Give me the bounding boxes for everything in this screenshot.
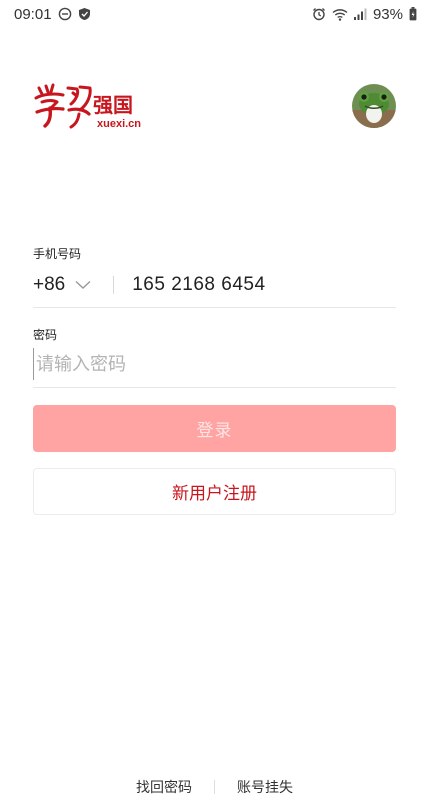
- recover-password-link[interactable]: 找回密码: [136, 777, 192, 797]
- phone-label: 手机号码: [33, 247, 82, 261]
- footer-divider: [214, 780, 215, 794]
- password-label: 密码: [33, 328, 58, 342]
- battery-percent: 93%: [372, 5, 403, 23]
- divider: [113, 276, 115, 294]
- signal-icon: [353, 8, 367, 20]
- login-button[interactable]: 登录: [33, 405, 396, 452]
- report-loss-link[interactable]: 账号挂失: [237, 777, 293, 797]
- svg-text:xuexi.cn: xuexi.cn: [97, 118, 141, 130]
- avatar[interactable]: [352, 84, 396, 128]
- svg-text:强国: 强国: [93, 93, 133, 117]
- xuexi-logo: 强国 xuexi.cn: [33, 80, 143, 132]
- chevron-down-icon[interactable]: [75, 280, 91, 290]
- register-button[interactable]: 新用户注册: [33, 468, 396, 515]
- status-bar: 09:01 93%: [0, 0, 429, 28]
- password-underline: [33, 387, 396, 388]
- phone-underline: [33, 307, 396, 308]
- wifi-icon: [332, 8, 348, 21]
- password-input[interactable]: [33, 348, 396, 380]
- login-screen: 09:01 93% 强国 xuexi.cn 手机号码 +86 165 2168 …: [0, 0, 429, 800]
- phone-field[interactable]: +86 165 2168 6454: [33, 268, 396, 302]
- alarm-icon: [312, 7, 326, 21]
- status-time: 09:01: [14, 5, 52, 23]
- shield-icon: [78, 7, 91, 21]
- dnd-icon: [58, 7, 72, 21]
- footer-links: 找回密码 账号挂失: [0, 776, 429, 798]
- battery-icon: [409, 7, 417, 21]
- country-code-select[interactable]: +86: [33, 274, 65, 296]
- phone-number-input[interactable]: 165 2168 6454: [132, 274, 265, 296]
